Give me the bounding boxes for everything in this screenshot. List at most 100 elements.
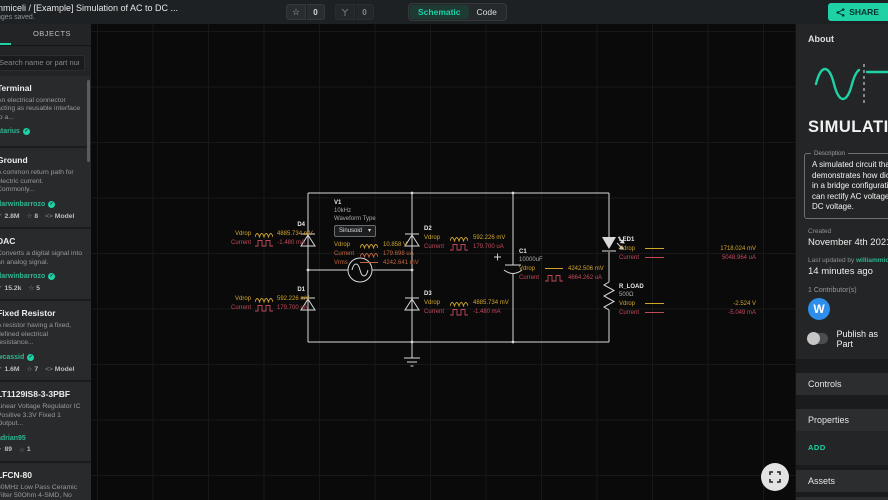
star-button[interactable]: ☆	[286, 4, 306, 20]
search-input[interactable]	[0, 54, 85, 71]
save-status: All changes saved.	[0, 13, 35, 21]
verified-icon: ✓	[27, 354, 35, 362]
pulse-sparkline	[450, 243, 469, 251]
flat-sparkline	[645, 303, 664, 304]
description-box: Description A simulated circuit that dem…	[804, 150, 888, 219]
fullscreen-icon	[769, 471, 781, 483]
top-bar: williammiceli / [Example] Simulation of …	[0, 0, 888, 24]
flat-sparkline	[645, 312, 664, 313]
flat-sparkline	[360, 262, 379, 263]
add-property-button[interactable]: ADD	[808, 443, 826, 452]
annotation-v1: V1 10kHz Waveform Type Sinusoid ▾ Vdrop 10…	[334, 200, 419, 266]
usage-icon: ✓	[0, 365, 2, 373]
active-tab-indicator	[0, 43, 11, 45]
annotation-d2: D2 Vdrop 592.226 mV Current 179.700 uA	[424, 226, 506, 251]
fork-icon	[341, 8, 349, 16]
pulse-sparkline	[545, 274, 564, 282]
about-header: About	[808, 34, 834, 44]
star-icon: ☆	[26, 213, 33, 221]
star-icon: ☆	[26, 366, 33, 374]
sine-sparkline	[450, 234, 469, 242]
sidebar-scrollbar[interactable]	[87, 80, 90, 162]
section-divider	[796, 394, 888, 409]
publish-toggle[interactable]	[807, 332, 829, 345]
toggle-knob	[807, 332, 820, 345]
star-icon: ☆	[19, 446, 25, 454]
active-tab-partial[interactable]	[0, 24, 13, 45]
sidebar-tabs: OBJECTS	[0, 24, 91, 46]
section-properties[interactable]: Properties	[796, 408, 888, 431]
flat-sparkline	[645, 257, 664, 258]
schematic-canvas[interactable]: V1 10kHz Waveform Type Sinusoid ▾ Vdrop 10…	[91, 24, 795, 500]
annotation-d1: D1 Vdrop 592.226 mV Current 179.700 uA	[230, 287, 310, 312]
annotation-rload: R_LOAD 500Ω Vdrop -2.524 V Current -5.049 …	[619, 284, 756, 316]
pulse-sparkline	[255, 239, 273, 247]
description-text: A simulated circuit that demonstrates ho…	[812, 160, 888, 211]
section-controls[interactable]: Controls	[796, 372, 888, 395]
verified-icon: ✓	[22, 128, 30, 136]
list-item-lt1129[interactable]: LT1129IS8-3-3PBF Linear Voltage Regulato…	[0, 382, 91, 461]
publish-label: Publish as Part	[836, 328, 878, 349]
list-item-ground[interactable]: Ground A common return path for electric…	[0, 148, 91, 228]
star-count: 0	[307, 4, 325, 20]
flat-sparkline	[645, 248, 664, 249]
sine-sparkline	[450, 299, 469, 307]
section-assets[interactable]: Assets	[796, 469, 888, 492]
list-item-dac[interactable]: DAC Converts a digital signal into an an…	[0, 229, 91, 300]
created-label: Created	[808, 227, 832, 235]
annotation-led1: LED1 Vdrop 1718.024 mV Current 5048.964 uA	[619, 237, 756, 261]
verified-icon: ✓	[48, 201, 56, 209]
code-icon: <>	[45, 212, 53, 220]
ground-symbol[interactable]	[404, 342, 420, 367]
contributors-label: 1 Contributor(s)	[808, 286, 857, 294]
star-control: ☆ 0	[286, 4, 325, 20]
sine-sparkline	[360, 241, 379, 249]
list-item-terminal[interactable]: Terminal An electrical connector acting …	[0, 75, 91, 147]
fork-control: 0	[335, 4, 374, 20]
updated-time: 14 minutes ago	[808, 265, 873, 277]
annotation-d4: D4 Vdrop 4885.734 mV Current -1.480 mA	[230, 222, 313, 247]
section-simulation[interactable]: Simulation	[796, 496, 888, 500]
pulse-sparkline	[255, 304, 273, 312]
list-item-lfcn80[interactable]: LFCN-80 80MHz Low Pass Ceramic Filter 50…	[0, 462, 91, 500]
star-icon: ☆	[28, 285, 35, 293]
parts-list: Terminal An electrical connector acting …	[0, 75, 91, 500]
flux-app-window: williammiceli / [Example] Simulation of …	[0, 0, 888, 500]
breadcrumb[interactable]: williammiceli / [Example] Simulation of …	[0, 3, 276, 22]
annotation-d3: D3 Vdrop 4885.734 mV Current -1.480 mA	[424, 291, 509, 316]
chevron-down-icon: ▾	[368, 228, 372, 234]
fork-button[interactable]	[335, 4, 355, 20]
code-icon: <>	[45, 365, 53, 373]
last-updated: Last updated by williammiceli	[808, 257, 888, 264]
share-button[interactable]: SHARE	[828, 3, 888, 21]
pulse-sparkline	[450, 308, 469, 316]
star-icon: ☆	[291, 6, 301, 17]
resistor-rload[interactable]	[602, 281, 616, 311]
sine-sparkline	[255, 230, 273, 238]
usage-icon: ✓	[0, 212, 2, 220]
sine-sparkline	[255, 295, 273, 303]
verified-icon: ✓	[48, 273, 56, 281]
objects-sidebar: OBJECTS Terminal An electrical connector…	[0, 24, 91, 500]
tab-objects[interactable]: OBJECTS	[13, 29, 91, 45]
user-link[interactable]: williammiceli	[856, 257, 888, 264]
fit-view-button[interactable]	[761, 463, 789, 491]
section-divider	[796, 358, 888, 373]
about-panel: About SIMULATION Description A simulated…	[795, 24, 888, 500]
annotation-c1: C1 10000uF Vdrop 4242.506 mV Current 4664.…	[519, 249, 604, 282]
ac-to-dc-graphic	[814, 64, 888, 104]
list-item-fixed-resistor[interactable]: Fixed Resistor A resistor having a fixed…	[0, 301, 91, 381]
sine-sparkline	[360, 250, 379, 258]
usage-icon: ✓	[0, 446, 2, 454]
tab-code[interactable]: Code	[469, 5, 505, 19]
tab-schematic[interactable]: Schematic	[410, 5, 469, 19]
waveform-dropdown[interactable]: Sinusoid ▾	[334, 225, 377, 237]
fork-count: 0	[356, 4, 374, 20]
usage-icon: ✓	[0, 284, 2, 292]
avatar[interactable]: W	[808, 297, 830, 320]
created-value: November 4th 2021	[808, 236, 888, 248]
view-switcher: Schematic Code	[408, 3, 507, 21]
project-title: SIMULATION	[808, 118, 888, 136]
flat-sparkline	[545, 268, 564, 269]
capacitor-c1[interactable]	[494, 253, 523, 274]
